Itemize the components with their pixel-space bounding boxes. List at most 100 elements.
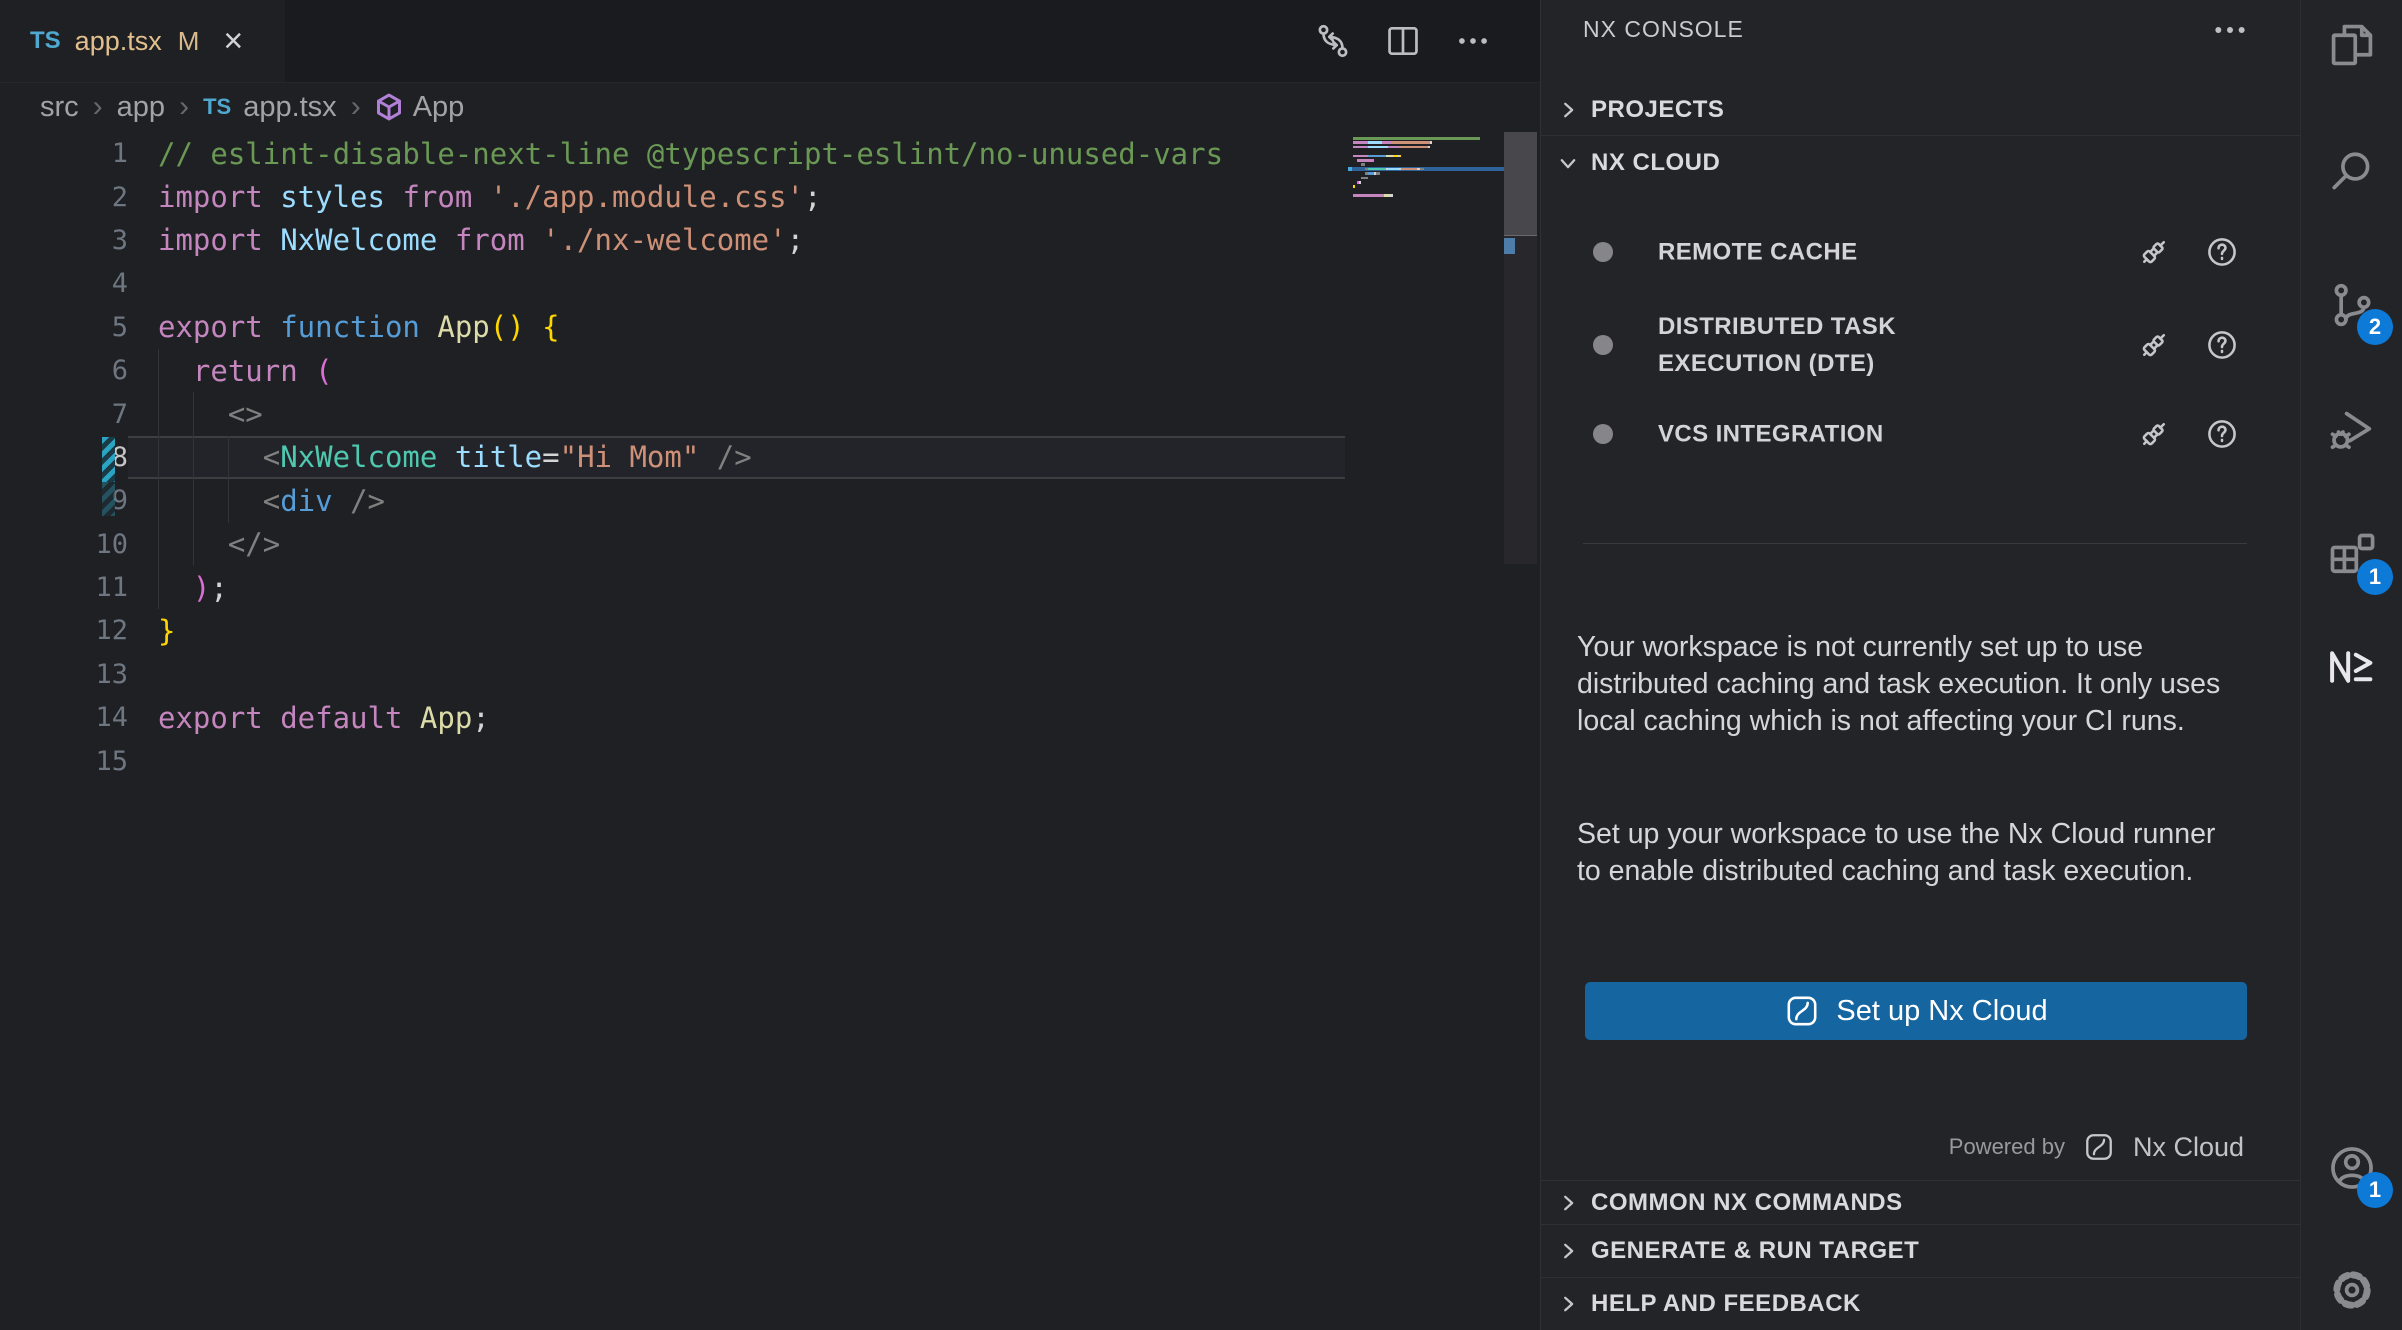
- breadcrumb-item-src[interactable]: src: [40, 91, 79, 124]
- symbol-cube-icon: [375, 93, 403, 121]
- section-label: NX CLOUD: [1591, 149, 1720, 177]
- code-line-2[interactable]: 2import styles from './app.module.css';: [0, 175, 1345, 218]
- setup-hint-text: Set up your workspace to use the Nx Clou…: [1577, 816, 2245, 890]
- activity-explorer-icon[interactable]: [2301, 7, 2402, 83]
- code-line-8[interactable]: 8 <NxWelcome title="Hi Mom" />: [0, 436, 1345, 479]
- more-actions-icon[interactable]: [1454, 22, 1492, 60]
- activity-run-and-debug-icon[interactable]: [2301, 394, 2402, 470]
- overview-ruler-marker: [1504, 238, 1515, 254]
- powered-by-label: Powered by: [1949, 1134, 2065, 1160]
- close-tab-icon[interactable]: ×: [223, 24, 243, 58]
- code-text: );: [128, 566, 1345, 609]
- code-line-7[interactable]: 7 <>: [0, 392, 1345, 435]
- more-actions-icon[interactable]: [2210, 10, 2250, 50]
- badge: 1: [2357, 1172, 2393, 1208]
- status-dot-icon: [1593, 242, 1613, 262]
- activity-bar: 2 1 1: [2300, 0, 2402, 1330]
- line-number: 15: [0, 746, 128, 777]
- breadcrumb: src›app›TSapp.tsx›App: [40, 82, 464, 132]
- button-label: Set up Nx Cloud: [1836, 995, 2047, 1028]
- connect-icon[interactable]: [2136, 416, 2172, 452]
- connect-icon[interactable]: [2136, 234, 2172, 270]
- code-line-14[interactable]: 14export default App;: [0, 696, 1345, 739]
- section-nx-cloud[interactable]: NX CLOUD: [1541, 136, 2300, 190]
- code-line-9[interactable]: 9 <div />: [0, 479, 1345, 522]
- minimap[interactable]: [1348, 136, 1504, 202]
- connect-icon[interactable]: [2136, 327, 2172, 363]
- code-line-6[interactable]: 6 return (: [0, 349, 1345, 392]
- code-text: // eslint-disable-next-line @typescript-…: [128, 132, 1345, 175]
- tab-app-tsx[interactable]: TS app.tsx M ×: [0, 0, 285, 82]
- breadcrumb-label: App: [413, 91, 465, 124]
- nx-cloud-item-distributed: DISTRIBUTED TASK EXECUTION (DTE): [1541, 298, 2300, 392]
- code-line-5[interactable]: 5export function App() {: [0, 306, 1345, 349]
- line-number: 13: [0, 659, 128, 690]
- status-dot-icon: [1593, 424, 1613, 444]
- code-editor[interactable]: 1// eslint-disable-next-line @typescript…: [0, 132, 1345, 783]
- git-modified-indicator: M: [178, 26, 200, 57]
- chevron-right-icon: [1557, 1192, 1579, 1214]
- section-label: GENERATE & RUN TARGET: [1591, 1237, 1919, 1265]
- code-text: export function App() {: [128, 306, 1345, 349]
- panel-header: NX CONSOLE: [1541, 0, 2300, 58]
- split-editor-icon[interactable]: [1384, 22, 1422, 60]
- code-text: [128, 262, 1345, 305]
- help-icon[interactable]: [2204, 416, 2240, 452]
- typescript-file-icon: TS: [30, 27, 61, 55]
- collapsed-sections: COMMON NX COMMANDS GENERATE & RUN TARGET H…: [1541, 1180, 2300, 1330]
- code-line-4[interactable]: 4: [0, 262, 1345, 305]
- help-icon[interactable]: [2204, 327, 2240, 363]
- activity-source-control-icon[interactable]: 2: [2301, 267, 2402, 343]
- code-text: [128, 739, 1345, 782]
- section-label: HELP AND FEEDBACK: [1591, 1290, 1861, 1318]
- code-text: import NxWelcome from './nx-welcome';: [128, 219, 1345, 262]
- minimap-line: [1348, 197, 1504, 201]
- chevron-right-icon: [1557, 1293, 1579, 1315]
- indent-guide: [193, 392, 194, 566]
- code-text: import styles from './app.module.css';: [128, 175, 1345, 218]
- nx-cloud-brand: Nx Cloud: [2133, 1132, 2244, 1163]
- code-line-10[interactable]: 10 </>: [0, 523, 1345, 566]
- editor-group: TS app.tsx M × src›app›TSapp.tsx›App 1//…: [0, 0, 1540, 1330]
- chevron-right-icon: [1557, 1240, 1579, 1262]
- section-label: COMMON NX COMMANDS: [1591, 1189, 1903, 1217]
- help-icon[interactable]: [2204, 234, 2240, 270]
- nx-cloud-logo-icon: [2083, 1131, 2115, 1163]
- activity-accounts-icon[interactable]: 1: [2301, 1130, 2402, 1206]
- activity-search-icon[interactable]: [2301, 134, 2402, 210]
- badge: 1: [2357, 559, 2393, 595]
- code-line-13[interactable]: 13: [0, 653, 1345, 696]
- feature-label: VCS INTEGRATION: [1658, 416, 1988, 453]
- section-projects[interactable]: PROJECTS: [1541, 84, 2300, 136]
- git-gutter-modified-marker: [102, 482, 115, 516]
- setup-nx-cloud-button[interactable]: Set up Nx Cloud: [1585, 982, 2247, 1040]
- line-number: 11: [0, 572, 128, 603]
- line-number: 3: [0, 225, 128, 256]
- code-line-11[interactable]: 11 );: [0, 566, 1345, 609]
- section-generate-run-target[interactable]: GENERATE & RUN TARGET: [1541, 1224, 2300, 1277]
- section-common-nx-commands[interactable]: COMMON NX COMMANDS: [1541, 1180, 2300, 1224]
- open-changes-icon[interactable]: [1314, 22, 1352, 60]
- breadcrumb-item-app-tsx[interactable]: TSapp.tsx: [203, 91, 337, 124]
- code-text: return (: [128, 349, 1345, 392]
- tab-bar: TS app.tsx M ×: [0, 0, 1540, 83]
- vscode-window: TS app.tsx M × src›app›TSapp.tsx›App 1//…: [0, 0, 2402, 1330]
- code-text: <>: [128, 392, 1345, 435]
- scrollbar-thumb[interactable]: [1504, 132, 1537, 236]
- activity-settings-icon[interactable]: [2301, 1252, 2402, 1328]
- code-text: <div />: [128, 479, 1345, 522]
- breadcrumb-label: app: [117, 91, 165, 124]
- code-line-12[interactable]: 12}: [0, 609, 1345, 652]
- breadcrumb-item-app[interactable]: App: [375, 91, 465, 124]
- section-help-and-feedback[interactable]: HELP AND FEEDBACK: [1541, 1277, 2300, 1330]
- activity-extensions-icon[interactable]: 1: [2301, 517, 2402, 593]
- code-line-1[interactable]: 1// eslint-disable-next-line @typescript…: [0, 132, 1345, 175]
- code-text: [128, 653, 1345, 696]
- code-line-15[interactable]: 15: [0, 739, 1345, 782]
- breadcrumb-label: app.tsx: [243, 91, 337, 124]
- status-dot-icon: [1593, 335, 1613, 355]
- breadcrumb-item-app[interactable]: app: [117, 91, 165, 124]
- nx-cloud-logo-icon: [1784, 993, 1820, 1029]
- activity-nx-console-icon[interactable]: [2301, 629, 2402, 705]
- code-line-3[interactable]: 3import NxWelcome from './nx-welcome';: [0, 219, 1345, 262]
